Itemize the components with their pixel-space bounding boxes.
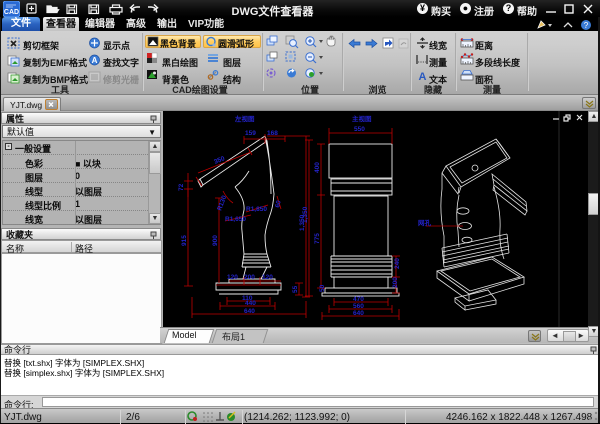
svg-text:120: 120 <box>262 274 273 281</box>
svg-text:440: 440 <box>245 300 256 307</box>
svg-text:CAD: CAD <box>4 9 19 16</box>
svg-text:网孔: 网孔 <box>418 219 432 227</box>
svg-text:A: A <box>419 71 427 83</box>
svg-text:50: 50 <box>319 284 326 292</box>
svg-text:350: 350 <box>213 155 226 166</box>
svg-text:915: 915 <box>181 235 188 246</box>
svg-text:55: 55 <box>292 285 299 293</box>
svg-text:900: 900 <box>212 235 219 246</box>
svg-text:159: 159 <box>245 130 256 137</box>
svg-text:200: 200 <box>244 274 255 281</box>
svg-text:400: 400 <box>314 162 321 173</box>
svg-text:主视图: 主视图 <box>352 114 372 123</box>
svg-text:550: 550 <box>354 126 365 133</box>
svg-text:200: 200 <box>392 277 399 288</box>
svg-text:60: 60 <box>274 199 283 208</box>
svg-text:1,350: 1,350 <box>302 206 309 223</box>
svg-text:R130: R130 <box>216 194 228 211</box>
svg-text:240: 240 <box>394 258 401 269</box>
svg-text:72: 72 <box>178 183 185 191</box>
svg-text:560: 560 <box>353 303 364 310</box>
svg-text:168: 168 <box>267 130 278 137</box>
svg-text:左视图: 左视图 <box>234 114 255 123</box>
svg-text:R1,850: R1,850 <box>246 206 267 213</box>
svg-text:470: 470 <box>353 296 364 303</box>
svg-text:120: 120 <box>227 274 238 281</box>
svg-text:?: ? <box>584 21 589 30</box>
svg-text:775: 775 <box>314 233 321 244</box>
svg-text:640: 640 <box>244 308 255 315</box>
svg-text:A: A <box>92 56 98 65</box>
svg-text:R1,650: R1,650 <box>225 216 246 223</box>
svg-text:640: 640 <box>353 310 364 317</box>
